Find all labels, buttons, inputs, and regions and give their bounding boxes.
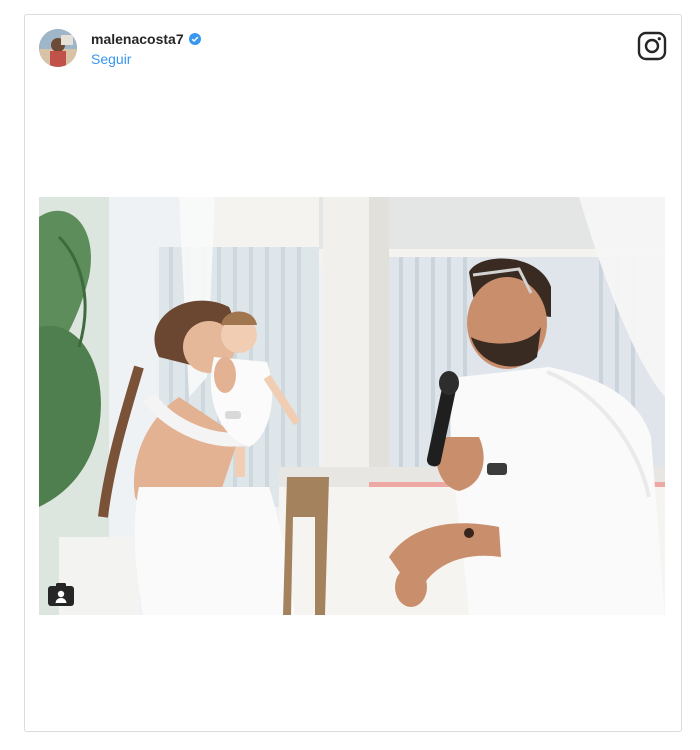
verified-badge-icon	[188, 33, 201, 45]
instagram-embed-card: malenacosta7 Seguir	[24, 14, 682, 732]
follow-button[interactable]: Seguir	[91, 51, 131, 67]
post-photo[interactable]	[39, 197, 665, 615]
post-header: malenacosta7 Seguir	[39, 27, 667, 71]
instagram-icon[interactable]	[637, 31, 667, 61]
avatar[interactable]	[39, 29, 77, 67]
username-link[interactable]: malenacosta7	[91, 31, 201, 47]
camera-person-icon[interactable]	[47, 581, 75, 607]
username-text: malenacosta7	[91, 31, 184, 47]
